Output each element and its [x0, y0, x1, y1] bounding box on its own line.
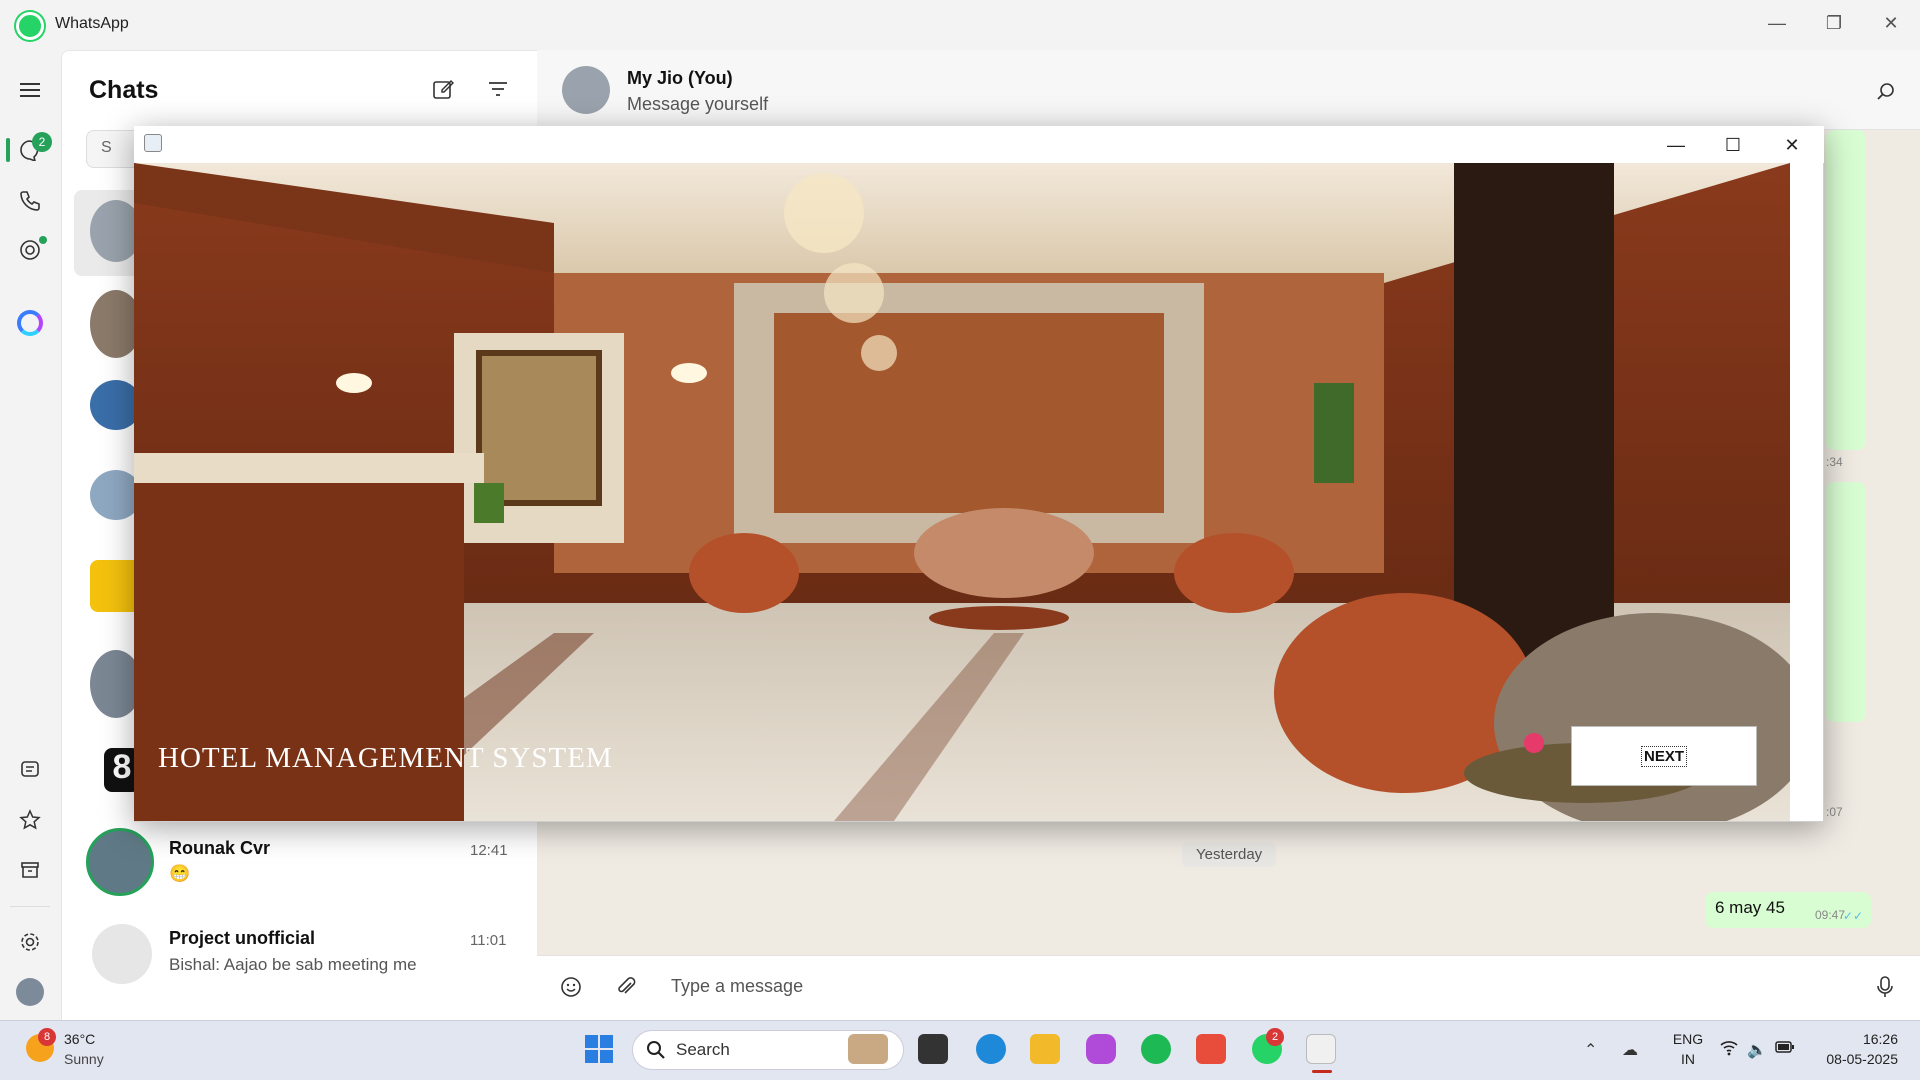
- date-separator: Yesterday: [1182, 842, 1277, 867]
- volume-icon[interactable]: 🔈: [1747, 1040, 1767, 1060]
- emoji-icon[interactable]: [560, 976, 582, 1003]
- rail-divider: [10, 906, 50, 907]
- search-icon: [646, 1040, 666, 1065]
- whatsapp-titlebar: [0, 0, 1920, 50]
- file-explorer-icon[interactable]: [1030, 1034, 1060, 1064]
- archive-icon[interactable]: [12, 852, 48, 888]
- contact-avatar[interactable]: [562, 66, 610, 114]
- clock-time[interactable]: 16:26: [1818, 1031, 1898, 1047]
- hotel-app-titlebar: [134, 126, 1824, 163]
- group-avatar-icon[interactable]: [92, 924, 152, 984]
- settings-gear-icon[interactable]: [12, 924, 48, 960]
- windows-start-icon[interactable]: [584, 1034, 614, 1064]
- profile-avatar[interactable]: [16, 978, 44, 1006]
- message-time: :07: [1826, 805, 1843, 819]
- clock-date[interactable]: 08-05-2025: [1808, 1051, 1898, 1067]
- weather-temperature[interactable]: 36°C: [64, 1031, 95, 1047]
- channels-icon[interactable]: [12, 752, 48, 788]
- app-title: WhatsApp: [55, 15, 129, 32]
- restore-button[interactable]: ❐: [1811, 6, 1857, 40]
- hotel-lobby-image: [134, 163, 1790, 821]
- chats-heading: Chats: [89, 76, 159, 104]
- read-ticks-icon: ✓✓: [1842, 909, 1863, 923]
- whatsapp-logo-icon: [16, 12, 44, 40]
- weather-condition[interactable]: Sunny: [64, 1051, 104, 1067]
- menu-icon[interactable]: [12, 72, 48, 108]
- starred-icon[interactable]: [12, 802, 48, 838]
- message-bubble[interactable]: [1826, 130, 1866, 450]
- battery-icon[interactable]: [1775, 1040, 1795, 1059]
- minimize-button[interactable]: —: [1754, 6, 1800, 40]
- taskbar-search-label: Search: [676, 1040, 730, 1059]
- active-indicator: [6, 138, 10, 162]
- message-input[interactable]: Type a message: [671, 976, 803, 997]
- message-time: :34: [1826, 455, 1843, 469]
- next-button[interactable]: NEXT: [1571, 726, 1757, 786]
- status-update-dot: [39, 236, 47, 244]
- input-region[interactable]: IN: [1668, 1051, 1708, 1067]
- whatsapp-taskbar-badge: 2: [1266, 1028, 1284, 1046]
- conversation-header: [537, 50, 1920, 130]
- input-language[interactable]: ENG: [1668, 1031, 1708, 1047]
- spotify-icon[interactable]: [1141, 1034, 1171, 1064]
- meta-ai-icon[interactable]: [17, 310, 43, 336]
- weather-badge: 8: [38, 1028, 56, 1046]
- java-app-icon: [144, 134, 162, 152]
- chat-time: 12:41: [470, 842, 508, 859]
- office-app-icon[interactable]: [1196, 1034, 1226, 1064]
- message-time: 09:47: [1814, 908, 1845, 922]
- search-icon[interactable]: [1876, 82, 1896, 107]
- java-taskbar-icon[interactable]: [1306, 1034, 1336, 1064]
- wifi-icon[interactable]: [1720, 1040, 1738, 1061]
- calls-icon[interactable]: [12, 182, 48, 218]
- outgoing-message[interactable]: 6 may 45 09:47 ✓✓: [1705, 892, 1871, 928]
- filter-icon[interactable]: [488, 80, 508, 103]
- active-app-indicator: [1312, 1070, 1332, 1073]
- contact-name[interactable]: My Jio (You): [627, 68, 733, 89]
- chat-name[interactable]: Project unofficial: [169, 928, 315, 949]
- show-hidden-icons-chevron-icon[interactable]: ⌃: [1584, 1040, 1597, 1060]
- copilot-icon[interactable]: [1086, 1034, 1116, 1064]
- hotel-app-title: HOTEL MANAGEMENT SYSTEM: [158, 742, 613, 774]
- close-button[interactable]: ✕: [1868, 6, 1914, 40]
- hotel-close-button[interactable]: ✕: [1769, 128, 1815, 162]
- chat-time: 11:01: [470, 932, 507, 949]
- contact-subtitle: Message yourself: [627, 94, 769, 114]
- chats-unread-badge: 2: [32, 132, 52, 152]
- chat-name[interactable]: Rounak Cvr: [169, 838, 270, 859]
- next-button-label: NEXT: [1640, 745, 1687, 767]
- hotel-minimize-button[interactable]: —: [1653, 128, 1699, 162]
- edge-browser-icon[interactable]: [976, 1034, 1006, 1064]
- chat-preview: 😁: [169, 864, 191, 883]
- task-view-icon[interactable]: [918, 1034, 948, 1064]
- chat-preview: Bishal: Aajao be sab meeting me: [169, 955, 417, 974]
- new-chat-icon[interactable]: [432, 78, 455, 105]
- attach-icon[interactable]: [615, 976, 637, 1003]
- microphone-icon[interactable]: [1876, 976, 1894, 1003]
- rounak-avatar[interactable]: [86, 828, 154, 896]
- message-text: 6 may 45: [1715, 898, 1785, 917]
- hotel-maximize-button[interactable]: ☐: [1710, 128, 1756, 162]
- message-bubble[interactable]: [1826, 482, 1866, 722]
- search-highlight-image: [848, 1034, 888, 1064]
- onedrive-cloud-icon[interactable]: ☁: [1622, 1040, 1638, 1060]
